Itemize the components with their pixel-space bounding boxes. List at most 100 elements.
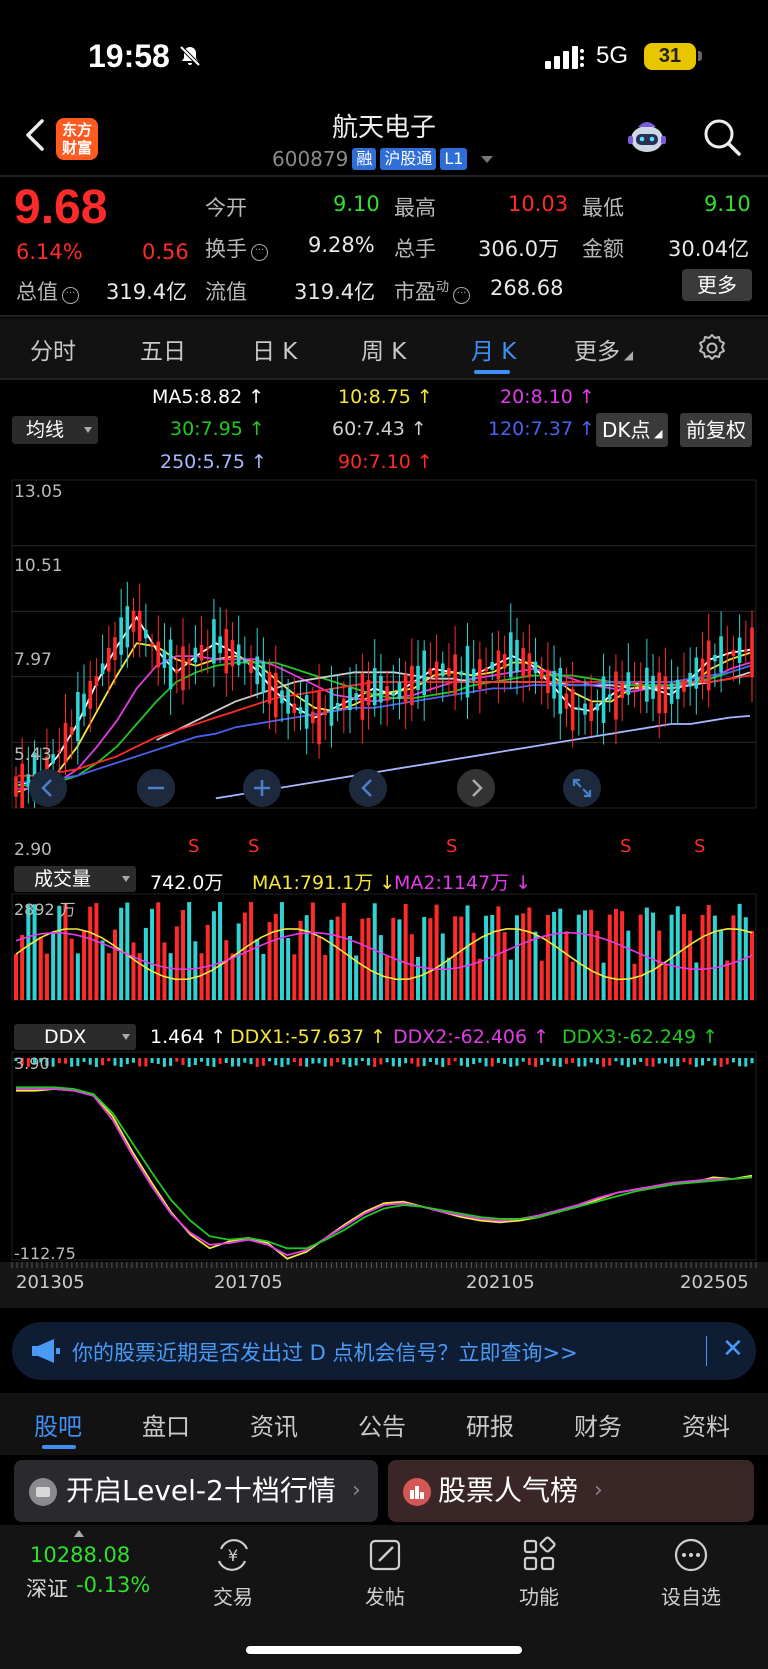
ddx-bar [397, 1058, 401, 1067]
ddx2-label: DDX2:-62.406 ↑ [393, 1026, 550, 1048]
kline-chart[interactable]: 13.05 10.51 7.97 5.43 2.90 S S S S S 成交量… [0, 478, 768, 1308]
close-icon[interactable]: ✕ [722, 1334, 744, 1364]
candle-body [354, 693, 358, 701]
volume-bar [156, 902, 161, 1000]
gear-icon[interactable] [696, 332, 728, 364]
tab-daily-k[interactable]: 日 K [252, 332, 297, 366]
volume-bar [533, 931, 538, 1000]
sell-marker: S [620, 836, 632, 857]
candle-body [341, 698, 346, 709]
tab-forum[interactable]: 股吧 [34, 1407, 82, 1442]
ddx-line-ddx2 [16, 1088, 753, 1257]
candle-body [323, 709, 328, 716]
volume-bar [143, 927, 148, 1000]
ddx-min-tick: -112.75 [14, 1244, 76, 1263]
candle-body [230, 640, 235, 667]
tab-more[interactable]: 更多 ◢ [574, 332, 633, 366]
promo-banner[interactable]: 你的股票近期是否发出过 D 点机会信号？立即查询>> ✕ [12, 1322, 756, 1380]
stock-code-row[interactable]: 600879 融 沪股通 L1 [272, 147, 494, 171]
ddx-bar [509, 1058, 513, 1067]
candle-body [360, 673, 365, 720]
scroll-left-end-icon[interactable] [28, 768, 68, 808]
candle-body [88, 680, 93, 709]
float-cap-value: 319.4亿 [294, 280, 376, 304]
indicator-selector[interactable]: 均线 [12, 416, 98, 444]
adjust-button[interactable]: 前复权 [680, 413, 752, 447]
robot-assistant-icon[interactable] [624, 115, 670, 159]
candle-body [675, 679, 680, 700]
banner-text[interactable]: 你的股票近期是否发出过 D 点机会信号？立即查询>> [72, 1337, 578, 1367]
volume-bar [601, 962, 606, 1000]
volume-bar [453, 916, 458, 1000]
content-tabs: 股吧 盘口 资讯 公告 研报 财务 资料 [0, 1393, 768, 1455]
volume-bar [82, 931, 87, 1000]
low-value: 9.10 [704, 192, 751, 216]
ddx-bar [311, 1058, 315, 1064]
up-caret-icon [74, 1530, 84, 1537]
dk-point-button[interactable]: DK点 ◢ [596, 413, 669, 447]
index-value[interactable]: 10288.08 [30, 1543, 130, 1567]
price-tick-5: 2.90 [14, 840, 52, 860]
ddx-value: 1.464 ↑ [150, 1026, 227, 1048]
candle-body [193, 647, 198, 663]
zoom-out-icon[interactable] [136, 768, 176, 808]
ma250-label: 250:5.75 ↑ [160, 451, 267, 473]
candle-body [304, 695, 309, 729]
ddx-bar [138, 1058, 142, 1067]
tab-five-day[interactable]: 五日 [140, 332, 186, 366]
ddx-bar [206, 1058, 210, 1066]
ddx-bar [527, 1058, 531, 1066]
tab-post[interactable]: 发帖 [340, 1535, 430, 1610]
tab-monthly-k[interactable]: 月 K [471, 332, 516, 366]
ddx-bar [663, 1058, 667, 1064]
candle-body [744, 649, 748, 652]
tab-market[interactable]: 盘口 [142, 1407, 190, 1442]
more-button[interactable]: 更多 [682, 269, 752, 301]
level2-card[interactable]: 开启Level-2十档行情 › [14, 1460, 378, 1522]
tab-watchlist[interactable]: 设自选 [646, 1535, 736, 1610]
volume-bar [38, 936, 43, 1000]
volume-bar [576, 914, 581, 1000]
candle-body [76, 691, 80, 742]
volume-bar [422, 917, 427, 1000]
tab-profile[interactable]: 资料 [682, 1407, 730, 1442]
ddx-bar [367, 1058, 371, 1066]
volume-panel-frame [11, 893, 757, 1001]
volume-bar [279, 902, 284, 1000]
volume-indicator-selector[interactable]: 成交量 [14, 866, 136, 892]
ddx-line-ddx1 [16, 1088, 753, 1260]
tab-features[interactable]: 功能 [494, 1535, 584, 1610]
scroll-right-icon[interactable] [456, 768, 496, 808]
volume-bar [570, 961, 575, 1000]
candle-body [620, 681, 624, 699]
popularity-card[interactable]: 股票人气榜 › [388, 1460, 754, 1522]
tab-finance[interactable]: 财务 [574, 1407, 622, 1442]
index-change[interactable]: -0.13% [76, 1573, 150, 1597]
fullscreen-icon[interactable] [562, 768, 602, 808]
index-name[interactable]: 深证 [26, 1573, 68, 1603]
tab-announcements[interactable]: 公告 [358, 1407, 406, 1442]
info-icon[interactable]: ··· [62, 287, 79, 304]
volume-bar [434, 904, 439, 1000]
market-cap-label: 总值 ··· [16, 276, 79, 306]
tab-weekly-k[interactable]: 周 K [361, 332, 406, 366]
info-icon[interactable]: ··· [251, 244, 268, 261]
scroll-left-icon[interactable] [348, 768, 388, 808]
ddx-bar [608, 1058, 612, 1066]
tab-research[interactable]: 研报 [466, 1407, 514, 1442]
volume-bar [168, 953, 173, 1000]
volume-bar [242, 912, 247, 1000]
tab-trade[interactable]: ¥ 交易 [188, 1535, 278, 1610]
zoom-in-icon[interactable] [242, 768, 282, 808]
ddx-bar [552, 1058, 556, 1066]
tab-intraday[interactable]: 分时 [30, 332, 76, 366]
ddx-bar [738, 1058, 742, 1067]
ddx-indicator-selector[interactable]: DDX [14, 1024, 136, 1050]
ddx-bar [465, 1058, 469, 1067]
ddx-bar [354, 1058, 358, 1066]
tab-news[interactable]: 资讯 [250, 1407, 298, 1442]
info-icon[interactable]: ··· [453, 287, 471, 304]
period-tabs: 分时 五日 日 K 周 K 月 K 更多 ◢ [0, 318, 768, 378]
signal-icon [545, 46, 584, 69]
search-icon[interactable] [702, 117, 742, 157]
